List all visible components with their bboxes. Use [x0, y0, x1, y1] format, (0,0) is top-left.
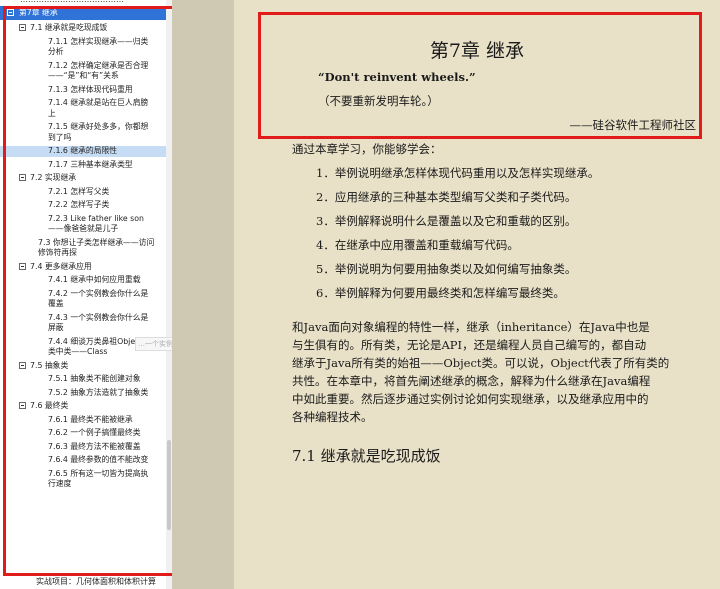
toc-item-7-2-2[interactable]: 7.2.2 怎样写子类: [0, 200, 166, 211]
collapse-icon[interactable]: [19, 24, 26, 31]
epigraph-attribution: ——硅谷软件工程师社区: [569, 118, 697, 132]
toc-item-text: 7.6.1 最终类不能被继承: [48, 414, 133, 424]
toc-item-text: 7.1.5 继承好处多多，你都想: [48, 122, 149, 131]
toc-item-text: 屏蔽: [48, 323, 64, 332]
toc-item-text: 7.4.3 一个实例教会你什么是: [48, 312, 149, 322]
paragraph-line: 共性。在本章中，将首先阐述继承的概念，解释为什么继承在Java编程: [292, 374, 651, 388]
paragraph-line: 各种编程技术。: [292, 410, 373, 424]
book-page: 第7章 继承 “Don't reinvent wheels.” （不要重新发明车…: [234, 0, 720, 589]
toc-section-7-4[interactable]: 7.4 更多继承应用: [0, 262, 166, 273]
toc-cut-bottom-item[interactable]: 实战项目：几何体面积和体积计算: [36, 576, 156, 587]
toc-item-7-3[interactable]: 7.3 你想让子类怎样继承——访问 修饰符再探: [0, 238, 166, 259]
toc-item-7-4-1[interactable]: 7.4.1 继承中如何应用重载: [0, 275, 166, 286]
toc-item-7-6-4[interactable]: 7.6.4 最终参数的值不能改变: [0, 455, 166, 466]
toc-item-7-6-3[interactable]: 7.6.3 最终方法不能被覆盖: [0, 442, 166, 453]
toc-item-7-1-6[interactable]: 7.1.6 继承的局限性: [0, 146, 166, 157]
toc-item-text: 7.1.2 怎样确定继承是否合理: [48, 60, 149, 70]
toc-item-text: 覆盖: [48, 299, 64, 308]
toc-item-7-1-3[interactable]: 7.1.3 怎样体现代码重用: [0, 85, 166, 96]
toc-section-7-5[interactable]: 7.5 抽象类: [0, 361, 166, 372]
toc-item-text: 到了吗: [48, 132, 72, 142]
toc-item-text: ——“是”和“有”关系: [48, 71, 119, 80]
toc-item-text: 7.5.2 抽象方法造就了抽象类: [48, 387, 149, 397]
toc-item-text: 7.6.2 一个例子搞懂最终类: [48, 428, 141, 437]
toc-item-7-2-1[interactable]: 7.2.1 怎样写父类: [0, 187, 166, 198]
learning-goal-item: 5．举例说明为何要用抽象类以及如何编写抽象类。: [316, 262, 577, 276]
toc-item-text: 7.2.1 怎样写父类: [48, 186, 110, 196]
toc-section-7-2[interactable]: 7.2 实现继承: [0, 173, 166, 184]
paragraph-line: 中如此重要。然后逐步通过实例讨论如何实现继承，以及继承应用中的: [292, 392, 649, 406]
toc-item-text: ——像爸爸就是儿子: [48, 224, 119, 233]
epigraph-english: “Don't reinvent wheels.”: [318, 70, 476, 84]
toc-item-7-6-1[interactable]: 7.6.1 最终类不能被继承: [0, 415, 166, 426]
toc-item-text: 7.2.2 怎样写子类: [48, 200, 110, 209]
toc-item-text: 7.6.3 最终方法不能被覆盖: [48, 441, 141, 451]
toc-cut-top-item[interactable]: …………………………………: [20, 0, 124, 4]
toc-item-text: 7.1.4 继承就是站在巨人肩膀: [48, 98, 149, 107]
paragraph-line: 与生俱有的。所有类，无论是API，还是编程人员自己编写的，都自动: [292, 338, 647, 352]
toc-item-7-1-2[interactable]: 7.1.2 怎样确定继承是否合理 ——“是”和“有”关系: [0, 61, 166, 82]
toc-item-7-6-2[interactable]: 7.6.2 一个例子搞懂最终类: [0, 428, 166, 439]
toc-item-7-1-7[interactable]: 7.1.7 三种基本继承类型: [0, 160, 166, 171]
paragraph-line: 和Java面向对象编程的特性一样，继承（inheritance）在Java中也是: [292, 320, 650, 334]
toc-item-7-4-3[interactable]: 7.4.3 一个实例教会你什么是 屏蔽: [0, 313, 166, 334]
toc-item-text: 7.4.1 继承中如何应用重载: [48, 275, 141, 284]
toc-item-7-5-1[interactable]: 7.5.1 抽象类不能创建对象: [0, 374, 166, 385]
toc-item-text: 7.2.3 Like father like son: [48, 213, 144, 223]
toc-item-7-1-5[interactable]: 7.1.5 继承好处多多，你都想 到了吗: [0, 122, 166, 143]
toc-item-text: 7.1.6 继承的局限性: [48, 146, 118, 155]
learning-goal-item: 6．举例解释为何要用最终类和怎样编写最终类。: [316, 286, 565, 300]
toc-item-text: 上: [48, 108, 56, 118]
toc-item-text: 行速度: [48, 479, 72, 488]
collapse-icon[interactable]: [19, 402, 26, 409]
toc-tree: 第7章 继承 7.1 继承就是吃现成饭 7.1.1 怎样实现继承——归类 分析 7.1…: [0, 6, 166, 490]
toc-section-7-6[interactable]: 7.6 最终类: [0, 401, 166, 412]
section-heading-7-1: 7.1 继承就是吃现成饭: [292, 447, 441, 465]
toc-item-text: 7.6.4 最终参数的值不能改变: [48, 455, 149, 464]
paragraph-line: 继承于Java所有类的始祖——Object类。可以说，Object代表了所有类的: [292, 356, 670, 370]
toc-item-text: 7.1.1 怎样实现继承——归类: [48, 36, 149, 46]
learning-goal-item: 2．应用继承的三种基本类型编写父类和子类代码。: [316, 190, 577, 204]
collapse-icon[interactable]: [19, 361, 26, 369]
toc-item-7-4-2[interactable]: 7.4.2 一个实例教会你什么是 覆盖: [0, 289, 166, 310]
toc-item-text: 7.5.1 抽象类不能创建对象: [48, 374, 141, 383]
toc-chapter-7[interactable]: 第7章 继承: [0, 6, 166, 20]
epigraph-chinese: （不要重新发明车轮。）: [318, 94, 439, 108]
toc-item-text: 7.4.2 一个实例教会你什么是: [48, 288, 149, 298]
collapse-icon[interactable]: [19, 174, 26, 181]
scrollbar-thumb[interactable]: [167, 440, 171, 530]
learning-goal-item: 4．在继承中应用覆盖和重载编写代码。: [316, 238, 519, 252]
toc-item-7-5-2[interactable]: 7.5.2 抽象方法造就了抽象类: [0, 388, 166, 399]
toc-item-text: 7.3 你想让子类怎样继承——访问: [38, 237, 155, 247]
toc-sidebar: ………………………………… 第7章 继承 7.1 继承就是吃现成饭 7.1.1 怎…: [0, 0, 172, 589]
toc-item-text: 7.1.3 怎样体现代码重用: [48, 84, 133, 94]
toc-section-7-1[interactable]: 7.1 继承就是吃现成饭: [0, 23, 166, 34]
learning-goal-item: 3．举例解释说明什么是覆盖以及它和重载的区别。: [316, 214, 577, 228]
learning-goal-item: 1．举例说明继承怎样体现代码重用以及怎样实现继承。: [316, 166, 600, 180]
toc-item-text: 修饰符再探: [38, 248, 77, 257]
toc-item-7-1-4[interactable]: 7.1.4 继承就是站在巨人肩膀上: [0, 98, 166, 119]
toc-item-7-6-5[interactable]: 7.6.5 所有这一切皆为提高执 行速度: [0, 469, 166, 490]
toc-item-7-2-3[interactable]: 7.2.3 Like father like son ——像爸爸就是儿子: [0, 214, 166, 235]
collapse-icon[interactable]: [19, 262, 26, 270]
collapse-icon[interactable]: [7, 9, 14, 16]
toc-item-text: 分析: [48, 47, 64, 56]
toc-item-7-1-1[interactable]: 7.1.1 怎样实现继承——归类 分析: [0, 37, 166, 58]
page-margin-panel: [172, 0, 234, 589]
learning-goals-intro: 通过本章学习，你能够学会：: [292, 142, 442, 156]
chapter-title: 第7章 继承: [429, 40, 525, 62]
toc-item-text: 7.1.7 三种基本继承类型: [48, 159, 133, 169]
toc-item-text: 7.6.5 所有这一切皆为提高执: [48, 468, 149, 478]
